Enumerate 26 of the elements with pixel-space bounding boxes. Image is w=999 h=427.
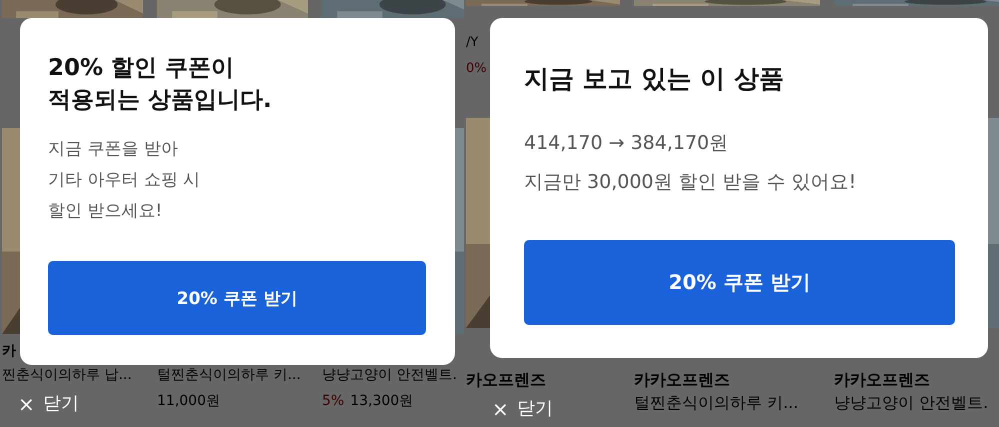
brand-name: 카오프렌즈 — [466, 370, 546, 390]
close-button[interactable]: × 닫기 — [18, 392, 79, 416]
dialog-text: 할인 받으세요! — [48, 200, 162, 223]
product-name: 찐춘식이의하루 납... — [2, 366, 132, 385]
dialog-title: 지금 보고 있는 이 상품 — [524, 63, 784, 95]
dialog-text: 지금 쿠폰을 받아 — [48, 138, 178, 161]
dialog-text: 지금만 30,000원 할인 받을 수 있어요! — [524, 170, 856, 195]
product-name: /Y — [466, 34, 478, 52]
coupon-button[interactable]: 20% 쿠폰 받기 — [48, 261, 426, 335]
product-price: 11,000원 — [157, 392, 220, 411]
product-name: 냥냥고양이 안전벨트. — [834, 392, 988, 414]
close-button[interactable]: × 닫기 — [492, 397, 553, 421]
coupon-button[interactable]: 20% 쿠폰 받기 — [524, 240, 955, 325]
brand-name: 카카오프렌즈 — [634, 370, 730, 390]
product-price: 13,300원 — [350, 392, 414, 411]
dialog-title: 20% 할인 쿠폰이 — [48, 54, 234, 83]
product-name: 냥냥고양이 안전벨트. — [322, 366, 457, 385]
dialog-title: 적용되는 상품입니다. — [48, 86, 272, 115]
discount-rate: 0% — [466, 60, 487, 78]
product-name: 털찐춘식이의하루 키... — [634, 392, 798, 414]
dialog-text: 기타 아우터 쇼핑 시 — [48, 169, 200, 192]
dialog-text: 414,170 → 384,170원 — [524, 131, 728, 156]
discount-rate: 5% — [322, 392, 344, 411]
brand-name: 카카오프렌즈 — [834, 370, 930, 390]
product-name: 털찐춘식이의하루 키... — [157, 366, 301, 385]
brand-name: 카 — [2, 342, 16, 360]
